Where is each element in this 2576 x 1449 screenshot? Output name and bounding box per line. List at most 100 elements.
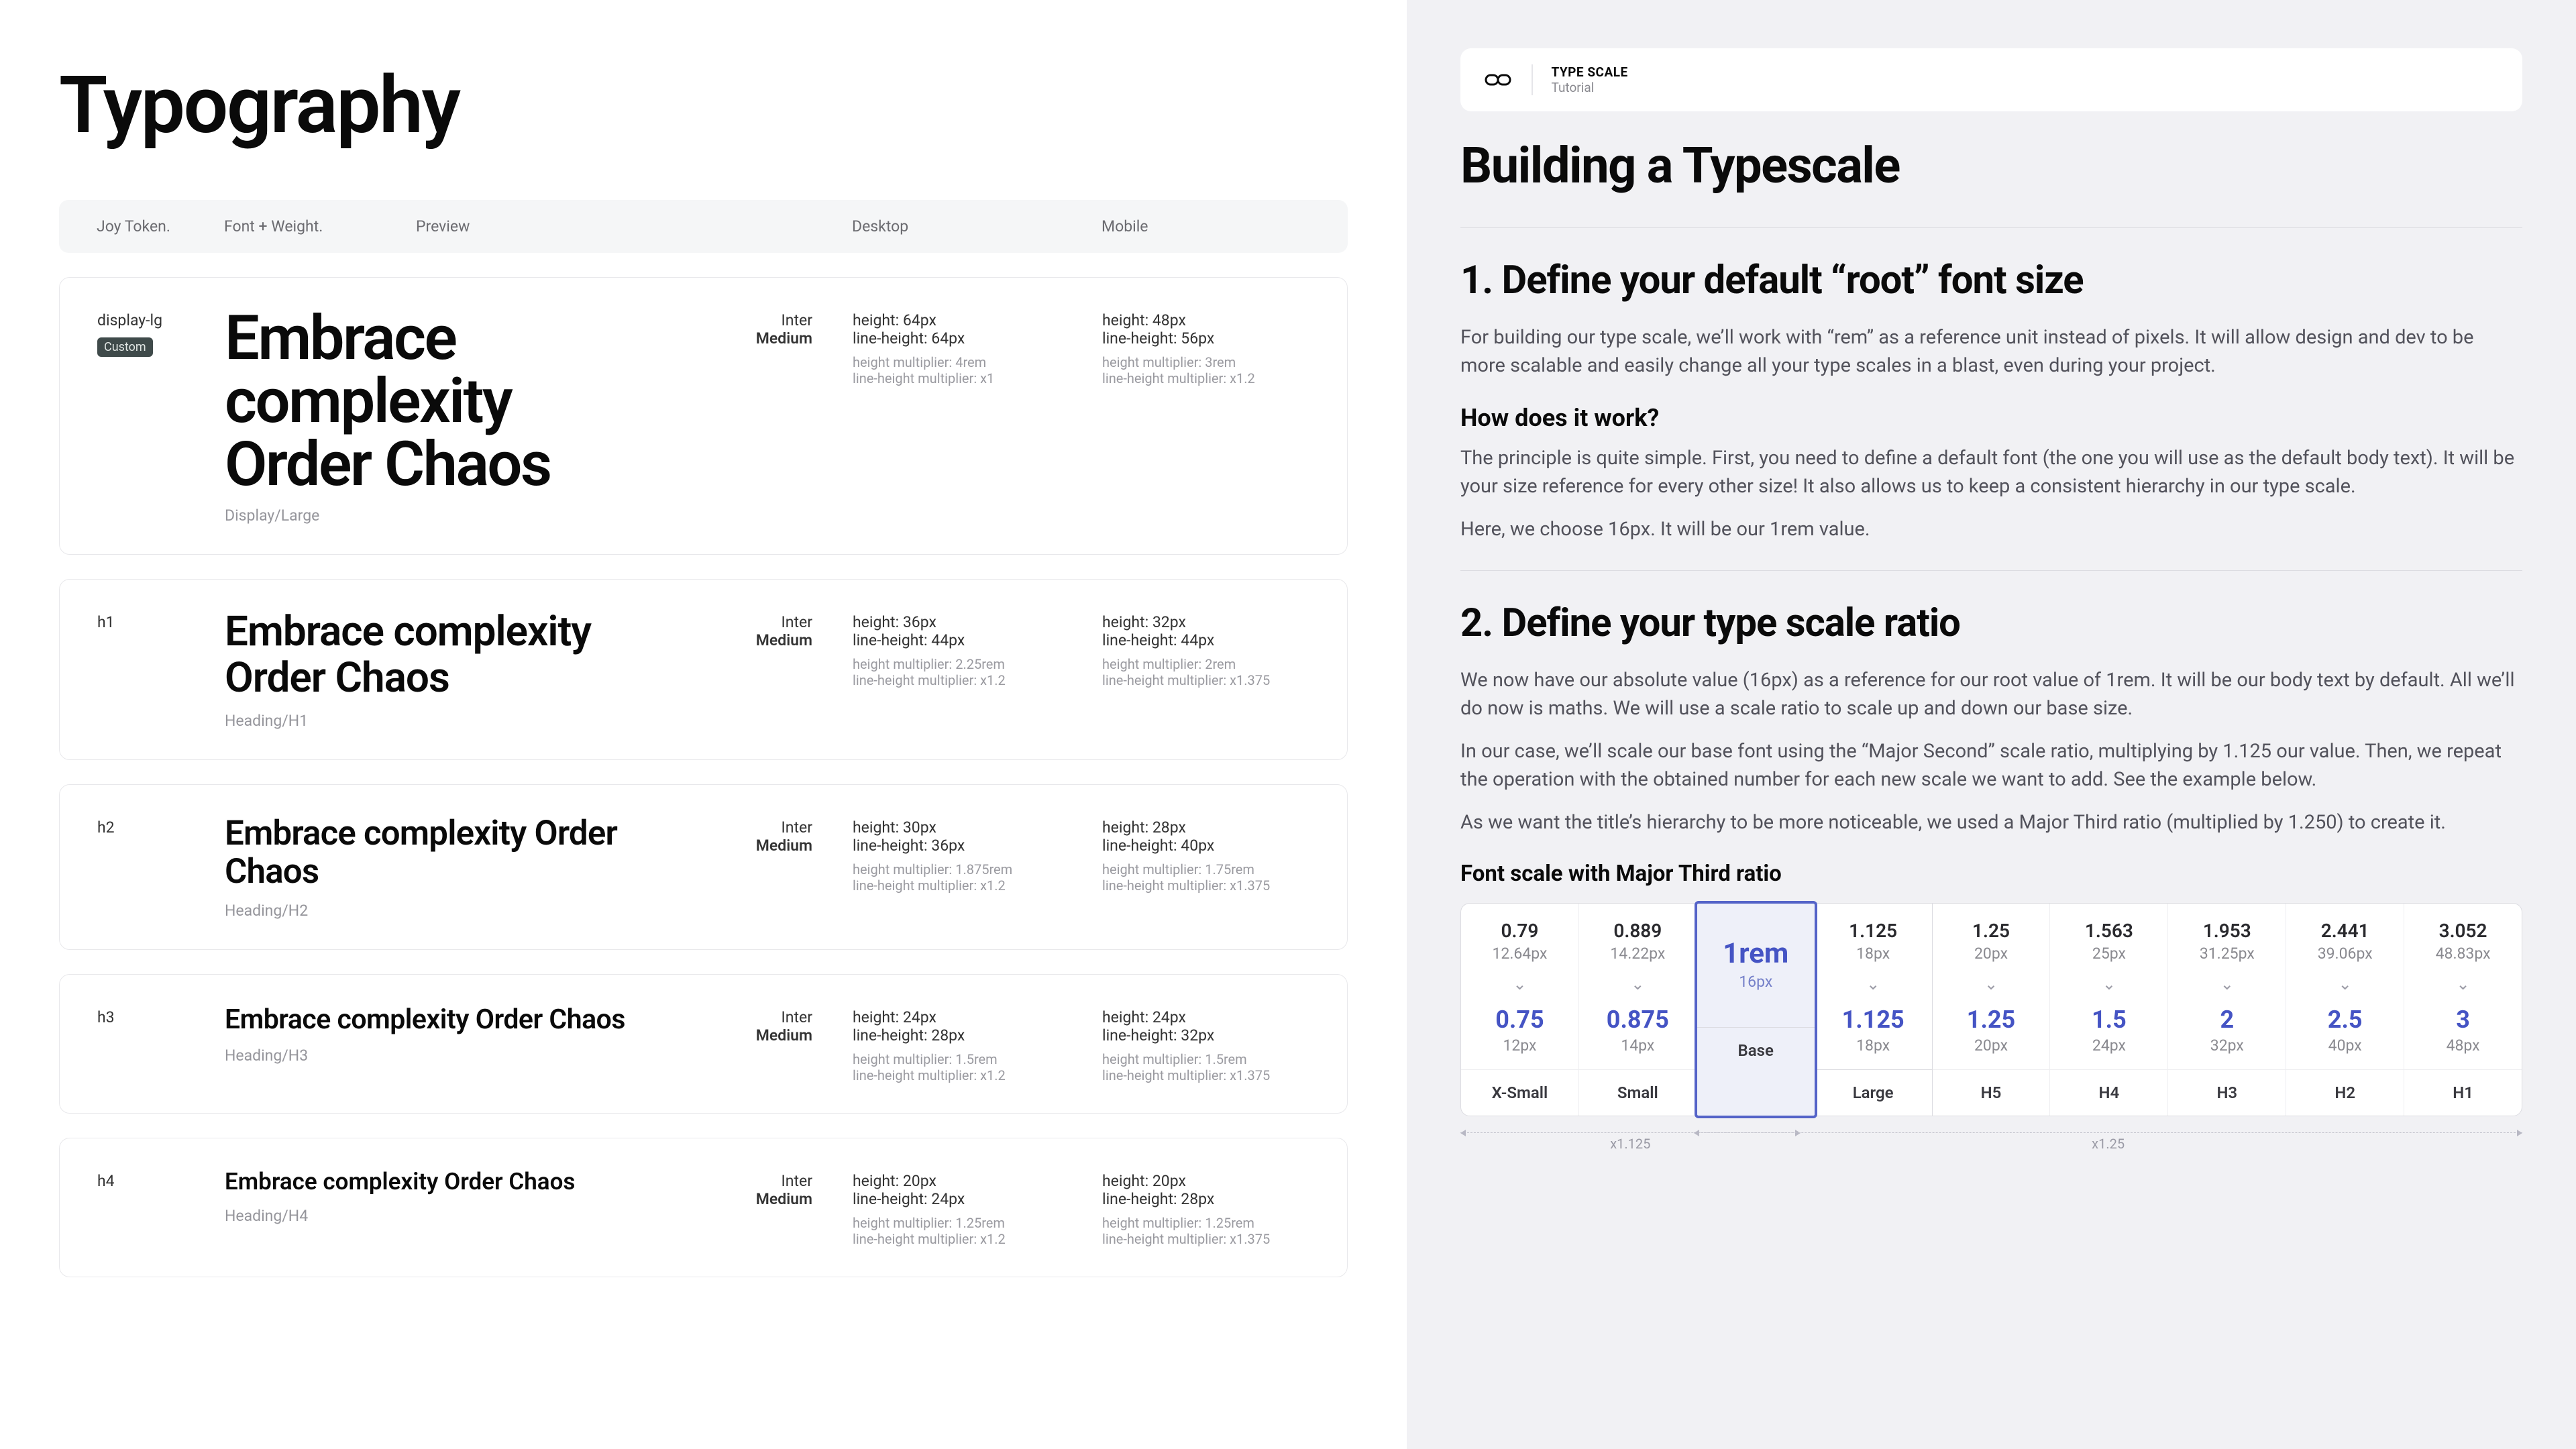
scale-foot: Small [1579,1069,1697,1116]
chevron-down-icon: ⌄ [2404,975,2522,994]
desktop-metrics: height: 30pxline-height: 36pxheight mult… [853,814,1102,920]
scale-rounded-px: 24px [2050,1036,2167,1055]
font-weight: Medium [661,837,812,855]
preview-cell: Embrace complexity Order ChaosHeading/H1 [225,609,661,729]
mobile-lh-mult: line-height multiplier: x1.2 [1102,370,1309,386]
token-name: display-lg [97,311,225,329]
font-cell: InterMedium [661,307,853,525]
preview-cell: Embrace complexity Order ChaosHeading/H2 [225,814,661,920]
scale-rounded-px: 40px [2286,1036,2404,1055]
desktop-height-mult: height multiplier: 2.25rem [853,656,1102,672]
scale-foot: H5 [1933,1069,2050,1116]
typography-spec-panel: Typography Joy Token. Font + Weight. Pre… [0,0,1407,1449]
mobile-height-mult: height multiplier: 2rem [1102,656,1309,672]
section-1-heading: 1. Define your default “root” font size [1460,258,2522,303]
preview-cell: Embrace complexity Order ChaosDisplay/La… [225,307,661,525]
scale-col: 0.88914.22px⌄0.87514pxSmall [1579,904,1697,1116]
scale-exact: 0.889 [1579,920,1697,942]
scale-foot: H3 [2168,1069,2286,1116]
desktop-lh-mult: line-height multiplier: x1.2 [853,1231,1102,1247]
sample-text: Embrace complexity Order Chaos [225,1004,647,1036]
token-name: h4 [97,1172,225,1190]
type-row: h1Embrace complexity Order ChaosHeading/… [59,579,1348,759]
scale-table: 0.7912.64px⌄0.7512pxX-Small0.889 14.22px ⌄… [1460,903,2522,1116]
section-2-heading: 2. Define your type scale ratio [1460,600,2522,646]
scale-ratio-arrows: x1.125 x1.25 [1460,1126,2522,1166]
mobile-line-height: line-height: 44px [1102,631,1309,649]
mobile-line-height: line-height: 32px [1102,1026,1309,1044]
font-family: Inter [661,311,812,329]
desktop-height: height: 20px [853,1172,1102,1190]
chevron-down-icon: ⌄ [1933,975,2050,994]
scale-exact-px: 39.06px [2286,945,2404,963]
topbar-subtitle: Tutorial [1552,80,1628,95]
type-row: display-lg Custom Embrace complexity Order… [59,277,1348,555]
scale-exact-px: 18px [1815,945,1932,963]
desktop-line-height: line-height: 24px [853,1190,1102,1208]
desktop-height: height: 24px [853,1008,1102,1026]
desktop-height-mult: height multiplier: 1.25rem [853,1215,1102,1231]
preview-cell: Embrace complexity Order ChaosHeading/H3 [225,1004,661,1083]
mobile-height: height: 48px [1102,311,1309,329]
section-2-body-3: As we want the title’s hierarchy to be m… [1460,808,2522,837]
scale-col: 1.12518px⌄1.12518pxLarge [1815,904,1933,1116]
token-name: h2 [97,818,225,837]
token-name: h1 [97,613,225,631]
sample-text: Embrace complexity Order Chaos [225,1168,647,1196]
scale-exact-px: 14.22px [1579,945,1697,963]
mobile-metrics: height: 24pxline-height: 32pxheight mult… [1102,1004,1309,1083]
tutorial-topbar: TYPE SCALE Tutorial [1460,48,2522,111]
topbar-title: TYPE SCALE [1552,64,1628,80]
mobile-height: height: 24px [1102,1008,1309,1026]
desktop-line-height: line-height: 28px [853,1026,1102,1044]
desktop-metrics: height: 36pxline-height: 44pxheight mult… [853,609,1102,729]
mobile-metrics: height: 48pxline-height: 56pxheight mult… [1102,307,1309,525]
scale-col-base: 1rem16pxBase [1695,901,1817,1118]
desktop-height-mult: height multiplier: 1.5rem [853,1051,1102,1067]
font-cell: InterMedium [661,1004,853,1083]
token-cell: display-lg Custom [97,307,225,525]
type-row: h4Embrace complexity Order Chaos Heading/… [59,1138,1348,1277]
scale-rounded: 2.5 [2286,1006,2404,1034]
base-px: 16px [1697,973,1815,991]
token-cell: h1 [97,609,225,729]
section-1-body-2: The principle is quite simple. First, yo… [1460,444,2522,500]
scale-rounded: 1.125 [1815,1006,1932,1034]
mobile-metrics: height: 20pxline-height: 28pxheight mult… [1102,1168,1309,1247]
scale-rounded-px: 14px [1579,1036,1697,1055]
scale-col: 3.05248.83px⌄348pxH1 [2404,904,2522,1116]
link-icon [1485,70,1513,90]
scale-col: 0.7912.64px⌄0.7512pxX-Small [1461,904,1579,1116]
font-family: Inter [661,818,812,837]
mobile-height: height: 32px [1102,613,1309,631]
font-weight: Medium [661,329,812,347]
desktop-line-height: line-height: 64px [853,329,1102,347]
chevron-down-icon: ⌄ [1815,975,1932,994]
desktop-lh-mult: line-height multiplier: x1.2 [853,672,1102,688]
scale-exact: 3.052 [2404,920,2522,942]
font-weight: Medium [661,1190,812,1208]
category-label: Heading/H2 [225,902,647,920]
scale-foot: H4 [2050,1069,2167,1116]
category-label: Heading/H4 [225,1207,647,1225]
section-1-subheading: How does it work? [1460,404,2522,432]
desktop-height-mult: height multiplier: 4rem [853,354,1102,370]
scale-exact-px: 12.64px [1461,945,1578,963]
mobile-height: height: 28px [1102,818,1309,837]
mobile-height-mult: height multiplier: 1.75rem [1102,861,1309,877]
custom-badge: Custom [97,337,153,357]
desktop-line-height: line-height: 36px [853,837,1102,855]
scale-exact: 1.125 [1815,920,1932,942]
category-label: Display/Large [225,506,647,525]
scale-col: 1.2520px⌄1.2520pxH5 [1933,904,2051,1116]
font-cell: InterMedium [661,609,853,729]
section-2-body: We now have our absolute value (16px) as… [1460,666,2522,722]
font-weight: Medium [661,1026,812,1044]
font-cell: InterMedium [661,1168,853,1247]
divider [1460,570,2522,571]
spec-rows: display-lg Custom Embrace complexity Order… [59,277,1348,1277]
category-label: Heading/H1 [225,712,647,730]
preview-cell: Embrace complexity Order Chaos Heading/H4 [225,1168,661,1247]
header-mobile: Mobile [1102,217,1310,235]
token-cell: h2 [97,814,225,920]
